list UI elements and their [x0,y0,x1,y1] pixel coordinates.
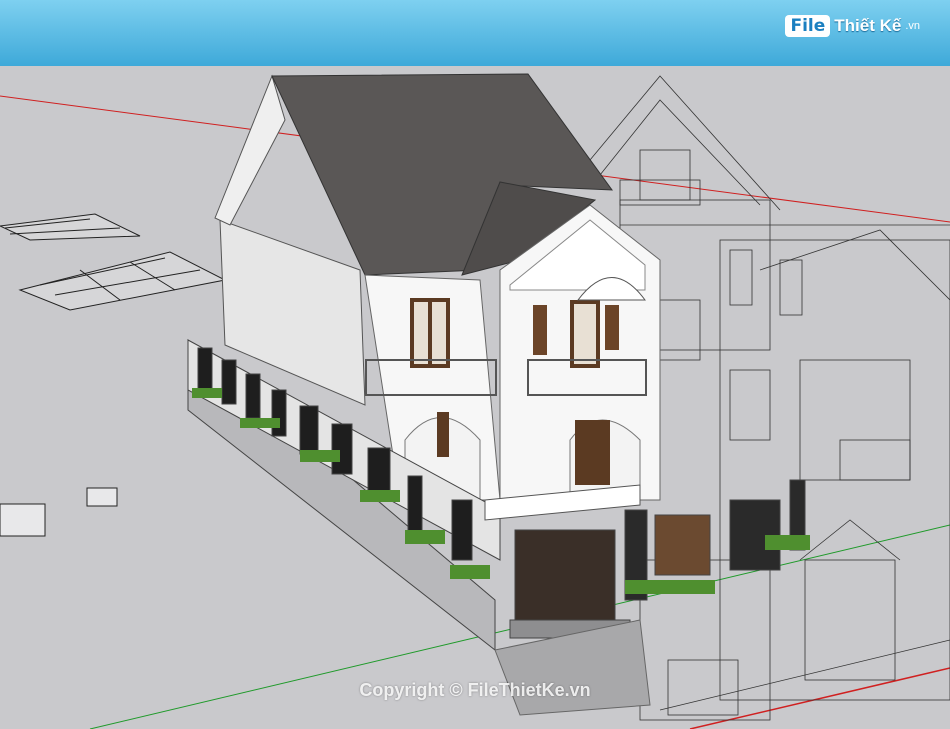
logo-text: Thiết Kế [834,16,902,35]
header-banner: File Thiết Kế .vn [0,0,950,66]
site-logo[interactable]: File Thiết Kế .vn [785,12,920,40]
logo-tld: .vn [905,20,920,32]
logo-badge: File [785,15,831,37]
copyright-watermark: Copyright © FileThietKe.vn [359,680,591,700]
model-viewport[interactable] [0,66,950,729]
